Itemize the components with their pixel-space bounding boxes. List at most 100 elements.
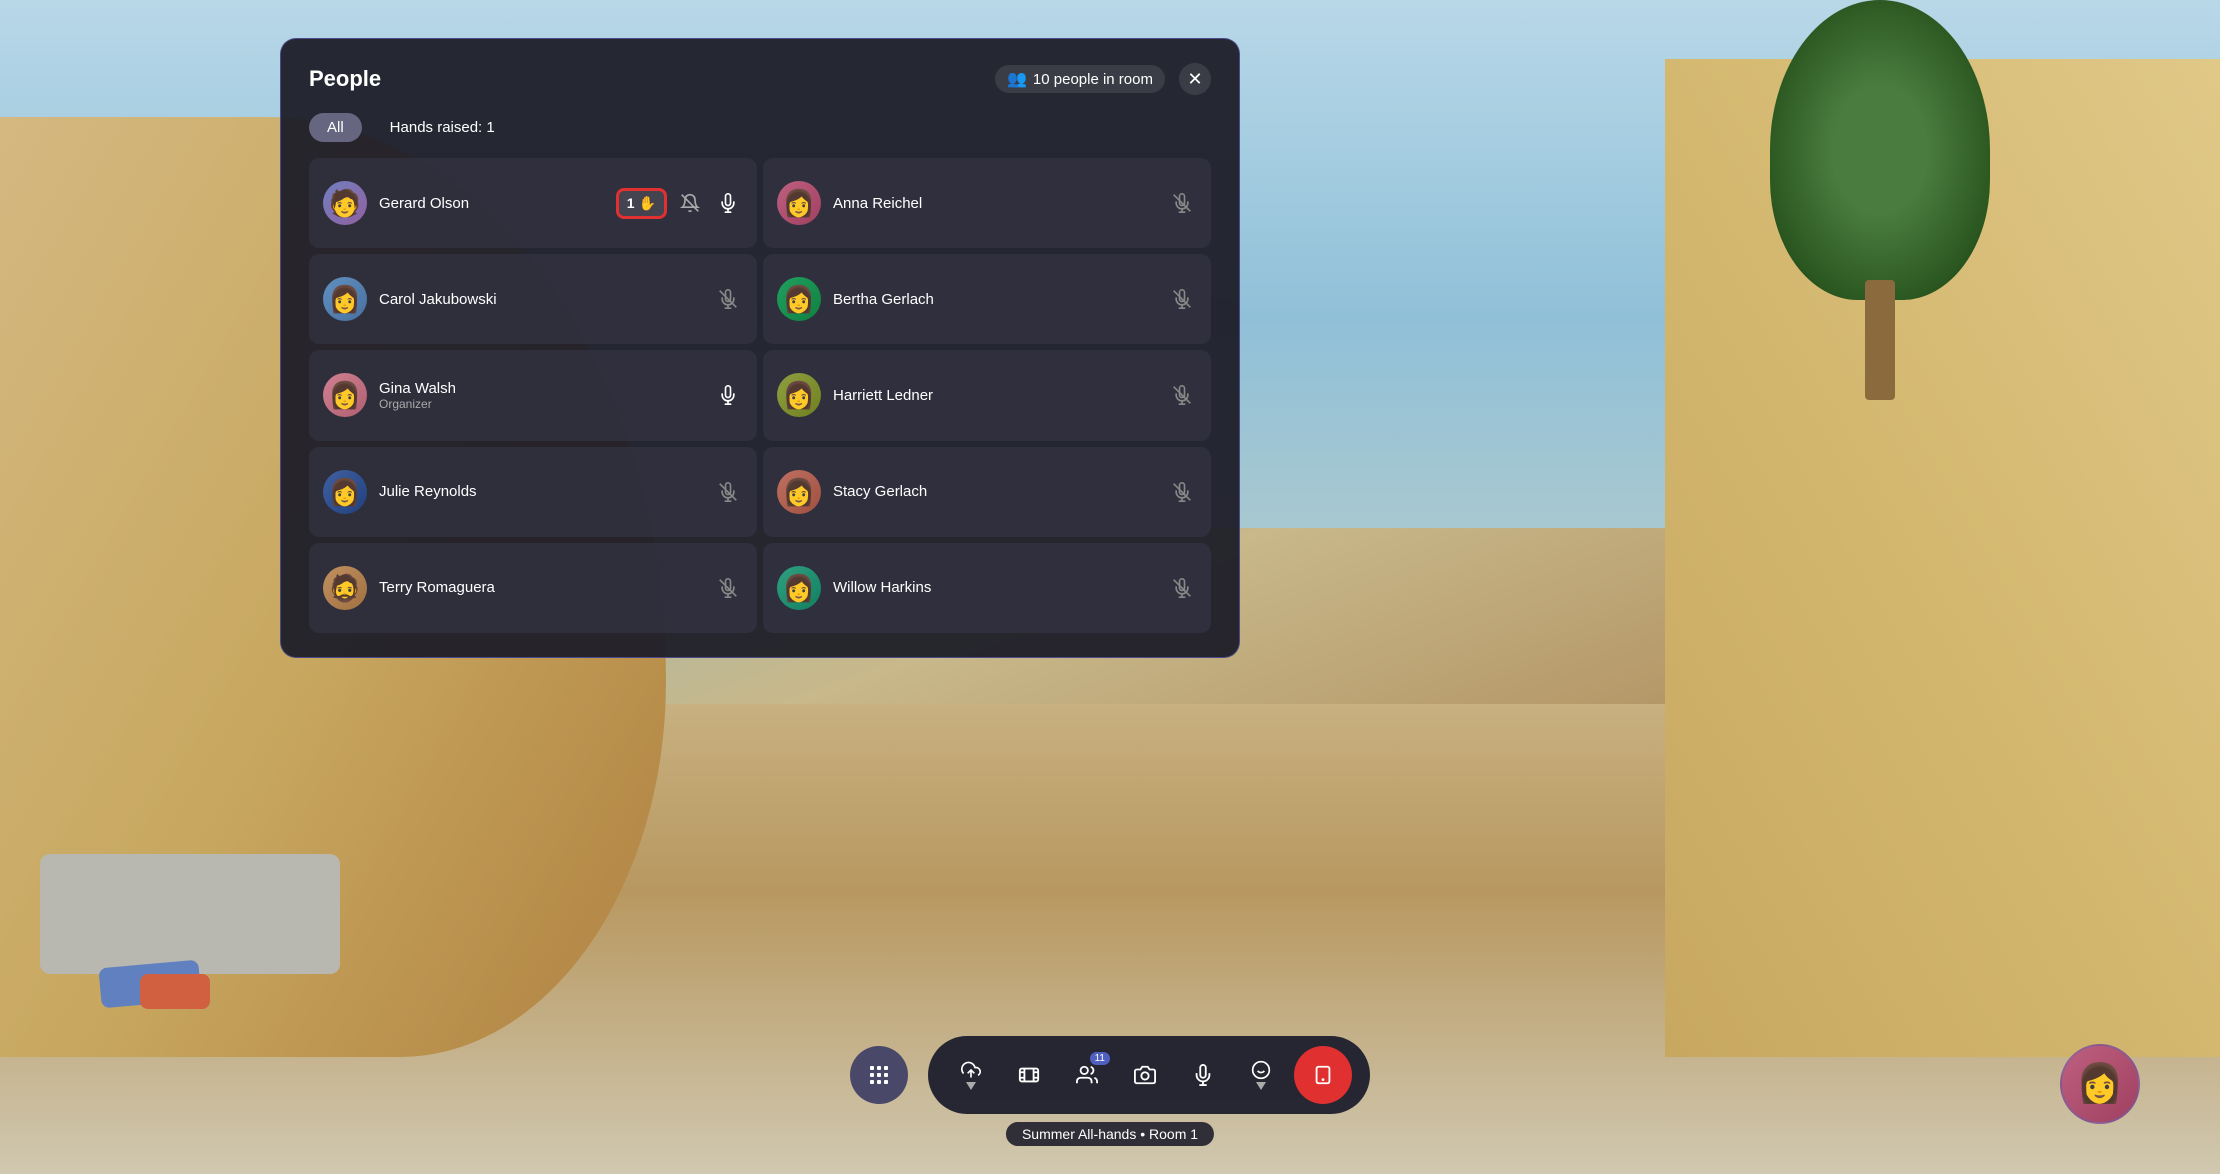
panel-header-right: 👥 10 people in room ✕ bbox=[995, 63, 1211, 95]
person-row-gerard: 🧑 Gerard Olson 1 ✋ bbox=[309, 158, 757, 248]
mic-icon-anna[interactable] bbox=[1167, 188, 1197, 218]
tab-all[interactable]: All bbox=[309, 113, 362, 142]
tree-trunk bbox=[1865, 280, 1895, 400]
person-actions-anna bbox=[1167, 188, 1197, 218]
bg-tree bbox=[1740, 0, 2020, 400]
camera-button[interactable] bbox=[1120, 1050, 1170, 1100]
person-row-willow: 👩 Willow Harkins bbox=[763, 543, 1211, 633]
toolbar-pill: 11 bbox=[928, 1036, 1370, 1114]
person-name-harriett: Harriett Ledner bbox=[833, 387, 1155, 404]
avatar-terry: 🧔 bbox=[323, 566, 367, 610]
avatar-face-stacy: 👩 bbox=[783, 479, 815, 505]
mic-button[interactable] bbox=[1178, 1050, 1228, 1100]
person-name-terry: Terry Romaguera bbox=[379, 579, 701, 596]
room-label: Summer All-hands • Room 1 bbox=[1006, 1122, 1214, 1146]
mic-icon-harriett[interactable] bbox=[1167, 380, 1197, 410]
person-actions-terry bbox=[713, 573, 743, 603]
person-info-julie: Julie Reynolds bbox=[379, 483, 701, 500]
person-actions-carol bbox=[713, 284, 743, 314]
panel-header: People 👥 10 people in room ✕ bbox=[309, 63, 1211, 95]
person-actions-gerard: 1 ✋ bbox=[616, 188, 743, 219]
person-info-harriett: Harriett Ledner bbox=[833, 387, 1155, 404]
avatar-face-anna: 👩 bbox=[783, 190, 815, 216]
avatar-gina: 👩 bbox=[323, 373, 367, 417]
person-row-terry: 🧔 Terry Romaguera bbox=[309, 543, 757, 633]
self-avatar: 👩 bbox=[2060, 1044, 2140, 1124]
avatar-harriett: 👩 bbox=[777, 373, 821, 417]
people-button[interactable]: 11 bbox=[1062, 1050, 1112, 1100]
avatar-face-carol: 👩 bbox=[329, 286, 361, 312]
avatar-julie: 👩 bbox=[323, 470, 367, 514]
person-info-terry: Terry Romaguera bbox=[379, 579, 701, 596]
person-name-willow: Willow Harkins bbox=[833, 579, 1155, 596]
person-row-stacy: 👩 Stacy Gerlach bbox=[763, 447, 1211, 537]
avatar-anna: 👩 bbox=[777, 181, 821, 225]
avatar-face-julie: 👩 bbox=[329, 479, 361, 505]
people-count-text: 10 people in room bbox=[1033, 71, 1153, 88]
mic-icon-julie[interactable] bbox=[713, 477, 743, 507]
tree-foliage bbox=[1770, 0, 1990, 300]
mic-icon-willow[interactable] bbox=[1167, 573, 1197, 603]
person-actions-julie bbox=[713, 477, 743, 507]
people-group-icon: 👥 bbox=[1007, 69, 1027, 89]
person-role-gina: Organizer bbox=[379, 397, 701, 411]
person-name-gerard: Gerard Olson bbox=[379, 195, 604, 212]
bg-cushion-orange bbox=[140, 974, 210, 1009]
notification-icon-gerard[interactable] bbox=[675, 188, 705, 218]
mic-icon-carol[interactable] bbox=[713, 284, 743, 314]
avatar-face-bertha: 👩 bbox=[783, 286, 815, 312]
people-badge: 11 bbox=[1090, 1052, 1110, 1065]
avatar-face-gina: 👩 bbox=[329, 382, 361, 408]
bottom-bar: 11 bbox=[850, 1036, 1370, 1114]
person-row-carol: 👩 Carol Jakubowski bbox=[309, 254, 757, 344]
avatar-stacy: 👩 bbox=[777, 470, 821, 514]
self-avatar-emoji: 👩 bbox=[2076, 1062, 2123, 1106]
person-row-gina: 👩 Gina Walsh Organizer bbox=[309, 350, 757, 440]
close-button[interactable]: ✕ bbox=[1179, 63, 1211, 95]
person-info-anna: Anna Reichel bbox=[833, 195, 1155, 212]
person-name-anna: Anna Reichel bbox=[833, 195, 1155, 212]
hand-raised-badge-gerard[interactable]: 1 ✋ bbox=[616, 188, 667, 219]
avatar-gerard: 🧑 bbox=[323, 181, 367, 225]
person-actions-willow bbox=[1167, 573, 1197, 603]
person-row-anna: 👩 Anna Reichel bbox=[763, 158, 1211, 248]
avatar-willow: 👩 bbox=[777, 566, 821, 610]
mic-icon-bertha[interactable] bbox=[1167, 284, 1197, 314]
mic-icon-stacy[interactable] bbox=[1167, 477, 1197, 507]
person-actions-gina bbox=[713, 380, 743, 410]
emoji-button[interactable] bbox=[1236, 1050, 1286, 1100]
person-name-bertha: Bertha Gerlach bbox=[833, 291, 1155, 308]
avatar-face-willow: 👩 bbox=[783, 575, 815, 601]
person-info-stacy: Stacy Gerlach bbox=[833, 483, 1155, 500]
person-info-willow: Willow Harkins bbox=[833, 579, 1155, 596]
mic-icon-terry[interactable] bbox=[713, 573, 743, 603]
panel-title: People bbox=[309, 66, 381, 92]
share-button[interactable] bbox=[946, 1050, 996, 1100]
mic-icon-gerard[interactable] bbox=[713, 188, 743, 218]
avatar-face-terry: 🧔 bbox=[329, 575, 361, 601]
avatar-bertha: 👩 bbox=[777, 277, 821, 321]
person-info-carol: Carol Jakubowski bbox=[379, 291, 701, 308]
person-name-carol: Carol Jakubowski bbox=[379, 291, 701, 308]
tab-hands-raised[interactable]: Hands raised: 1 bbox=[372, 113, 513, 142]
avatar-face-harriett: 👩 bbox=[783, 382, 815, 408]
person-actions-harriett bbox=[1167, 380, 1197, 410]
person-actions-stacy bbox=[1167, 477, 1197, 507]
person-name-julie: Julie Reynolds bbox=[379, 483, 701, 500]
avatar-carol: 👩 bbox=[323, 277, 367, 321]
person-info-gina: Gina Walsh Organizer bbox=[379, 380, 701, 411]
film-button[interactable] bbox=[1004, 1050, 1054, 1100]
end-call-button[interactable] bbox=[1294, 1046, 1352, 1104]
person-row-julie: 👩 Julie Reynolds bbox=[309, 447, 757, 537]
person-row-bertha: 👩 Bertha Gerlach bbox=[763, 254, 1211, 344]
filter-row: All Hands raised: 1 bbox=[309, 113, 1211, 142]
person-info-bertha: Bertha Gerlach bbox=[833, 291, 1155, 308]
hand-count: 1 bbox=[627, 195, 635, 211]
grid-view-button[interactable] bbox=[850, 1046, 908, 1104]
avatar-face-gerard: 🧑 bbox=[329, 190, 361, 216]
people-grid: 🧑 Gerard Olson 1 ✋ bbox=[309, 158, 1211, 633]
person-name-stacy: Stacy Gerlach bbox=[833, 483, 1155, 500]
hand-emoji: ✋ bbox=[639, 195, 656, 212]
person-info-gerard: Gerard Olson bbox=[379, 195, 604, 212]
mic-icon-gina[interactable] bbox=[713, 380, 743, 410]
